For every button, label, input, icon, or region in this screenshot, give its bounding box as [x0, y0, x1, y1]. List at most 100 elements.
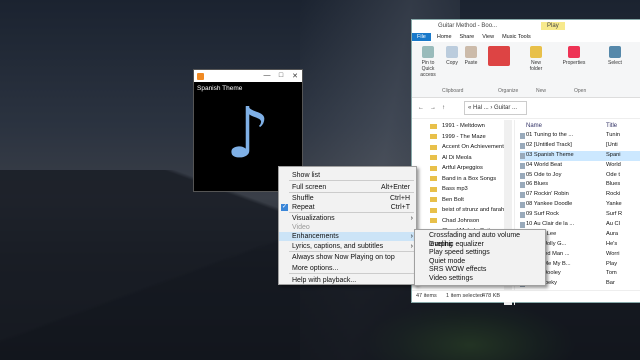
properties-button[interactable]: Properties — [560, 46, 588, 66]
audio-file-icon — [520, 133, 525, 139]
file-row[interactable]: 05 Ode to Joy Ode t — [520, 171, 640, 181]
file-row[interactable]: 09 Surf Rock Surf R — [520, 210, 640, 220]
explorer-titlebar[interactable]: Guitar Method - Boo... Play — [412, 20, 640, 32]
column-title[interactable]: Title — [606, 121, 617, 131]
audio-file-icon — [520, 142, 525, 149]
audio-file-icon — [520, 152, 525, 159]
file-row[interactable]: 01 Tuning to the ... Tunin — [520, 131, 640, 141]
folder-item[interactable]: Band in a Box Songs — [430, 174, 512, 185]
submenu-item[interactable]: Quiet mode — [415, 258, 545, 267]
folder-item[interactable]: 1999 - The Maze — [430, 132, 512, 143]
folder-label: Accent On Achievement — [442, 144, 504, 150]
player-titlebar[interactable]: — □ ✕ — [194, 70, 302, 82]
folder-item[interactable]: 1991 - Meltdown — [430, 121, 512, 132]
up-icon[interactable]: ↑ — [442, 105, 445, 111]
tab-file[interactable]: File — [412, 33, 431, 41]
file-row[interactable]: 04 World Beat World — [520, 161, 640, 171]
menu-item-shortcut: Alt+Enter — [381, 184, 410, 191]
menu-item-visualizations[interactable]: Visualizations › — [279, 214, 416, 223]
menu-item-full-screen[interactable]: Full screen Alt+Enter — [279, 183, 416, 192]
menu-item-help-with-playback[interactable]: Help with playback... — [279, 276, 416, 285]
submenu-item-label: Quiet mode — [429, 257, 466, 265]
tab-share[interactable]: Share — [460, 34, 475, 40]
folder-icon — [430, 155, 437, 161]
folder-item[interactable]: Chad Johnson — [430, 216, 512, 227]
file-title: Play — [606, 260, 618, 267]
folder-item[interactable]: Al Di Meola — [430, 153, 512, 164]
file-title: Blues — [606, 181, 621, 188]
submenu-item[interactable]: Video settings — [415, 275, 545, 284]
audio-file-icon — [520, 212, 525, 219]
menu-item-label: More options... — [292, 265, 339, 272]
file-row[interactable]: 08 Yankee Doodle Yanke — [520, 200, 640, 210]
maximize-button[interactable]: □ — [274, 72, 288, 80]
menu-item-show-list[interactable]: Show list — [279, 171, 416, 180]
menu-separator — [289, 192, 414, 193]
folder-label: Ben Bolt — [442, 196, 464, 203]
menu-item-always-show-now-playing-on-top[interactable]: Always show Now Playing on top — [279, 253, 416, 262]
menu-item-label: Repeat — [292, 204, 315, 211]
submenu-item[interactable]: SRS WOW effects — [415, 266, 545, 275]
file-title: Au Cl — [606, 221, 620, 228]
pin-button[interactable]: Pin to Quick access — [416, 46, 440, 78]
menu-item-enhancements[interactable]: Enhancements › — [279, 232, 416, 241]
folder-item[interactable]: beist of strunz and farah — [430, 205, 512, 216]
play-context-tab[interactable]: Play — [541, 22, 565, 30]
menu-separator — [289, 273, 414, 274]
new-folder-button[interactable]: New folder — [526, 46, 546, 72]
paste-button[interactable]: Paste — [463, 46, 479, 66]
address-path[interactable]: « Hal ... › Guitar ... — [464, 101, 527, 115]
now-playing-title: Spanish Theme — [197, 85, 243, 92]
ribbon: Pin to Quick access Copy Paste New folde… — [412, 42, 640, 98]
tab-home[interactable]: Home — [437, 34, 452, 40]
file-title: Ode t — [606, 171, 620, 178]
file-name: 07 Rockin' Robin — [526, 191, 569, 198]
chevron-right-icon: › — [410, 215, 413, 222]
menu-item-more-options[interactable]: More options... — [279, 264, 416, 273]
file-title: Tunin — [606, 132, 621, 138]
folder-item[interactable]: Accent On Achievement — [430, 142, 512, 153]
file-row[interactable]: 07 Rockin' Robin Rocki — [520, 190, 640, 200]
forward-icon[interactable]: → — [430, 105, 436, 111]
menu-item-shortcut: Ctrl+H — [389, 195, 410, 202]
menu-item-shuffle[interactable]: Shuffle Ctrl+H — [279, 194, 416, 203]
file-title: World — [606, 161, 621, 168]
tab-music-tools[interactable]: Music Tools — [502, 34, 531, 40]
menu-item-repeat[interactable]: ✓ Repeat Ctrl+T — [279, 203, 416, 212]
tab-view[interactable]: View — [482, 34, 494, 40]
folder-item[interactable]: Ben Bolt — [430, 195, 512, 206]
file-title: Tom — [606, 270, 617, 277]
folder-item[interactable]: Artful Arpeggios — [430, 163, 512, 174]
copy-button[interactable]: Copy — [444, 46, 460, 66]
submenu-item-label: Graphic equalizer — [429, 240, 484, 248]
folder-item[interactable]: Bass mp3 — [430, 184, 512, 195]
new-folder-label: New folder — [529, 60, 543, 72]
player-context-menu: Show list Full screen Alt+Enter Shuffle Ctrl… — [278, 166, 417, 285]
audio-file-icon — [520, 182, 525, 189]
file-title: He's — [606, 240, 618, 247]
select-button[interactable]: Select — [604, 46, 626, 66]
chevron-right-icon: › — [410, 243, 413, 250]
selection-count: 1 item selected — [446, 293, 483, 299]
column-name[interactable]: Name — [526, 121, 542, 131]
file-row[interactable]: 03 Spanish Theme Spani — [520, 150, 640, 161]
item-count: 47 items — [416, 293, 437, 299]
file-row[interactable]: 06 Blues Blues — [520, 180, 640, 190]
new-folder-icon — [530, 46, 542, 58]
file-title: Rocki — [606, 191, 621, 198]
organize-tools[interactable] — [484, 46, 514, 68]
menu-item-lyrics-captions-and-subtitles[interactable]: Lyrics, captions, and subtitles › — [279, 242, 416, 251]
file-name: 06 Blues — [526, 181, 549, 188]
back-icon[interactable]: ← — [418, 105, 424, 111]
organize-icons — [488, 46, 510, 66]
chevron-right-icon: › — [410, 233, 413, 240]
minimize-button[interactable]: — — [260, 72, 274, 80]
pin-icon — [422, 46, 434, 58]
file-title: Bar — [606, 280, 615, 287]
close-button[interactable]: ✕ — [288, 72, 302, 80]
submenu-item[interactable]: Play speed settings — [415, 249, 545, 258]
submenu-item[interactable]: Crossfading and auto volume leveling — [415, 232, 545, 248]
submenu-item[interactable]: Graphic equalizer — [415, 241, 545, 250]
menu-item-shortcut: Ctrl+T — [390, 204, 410, 211]
file-row[interactable]: 02 [Untitled Track] [Unti — [520, 141, 640, 151]
